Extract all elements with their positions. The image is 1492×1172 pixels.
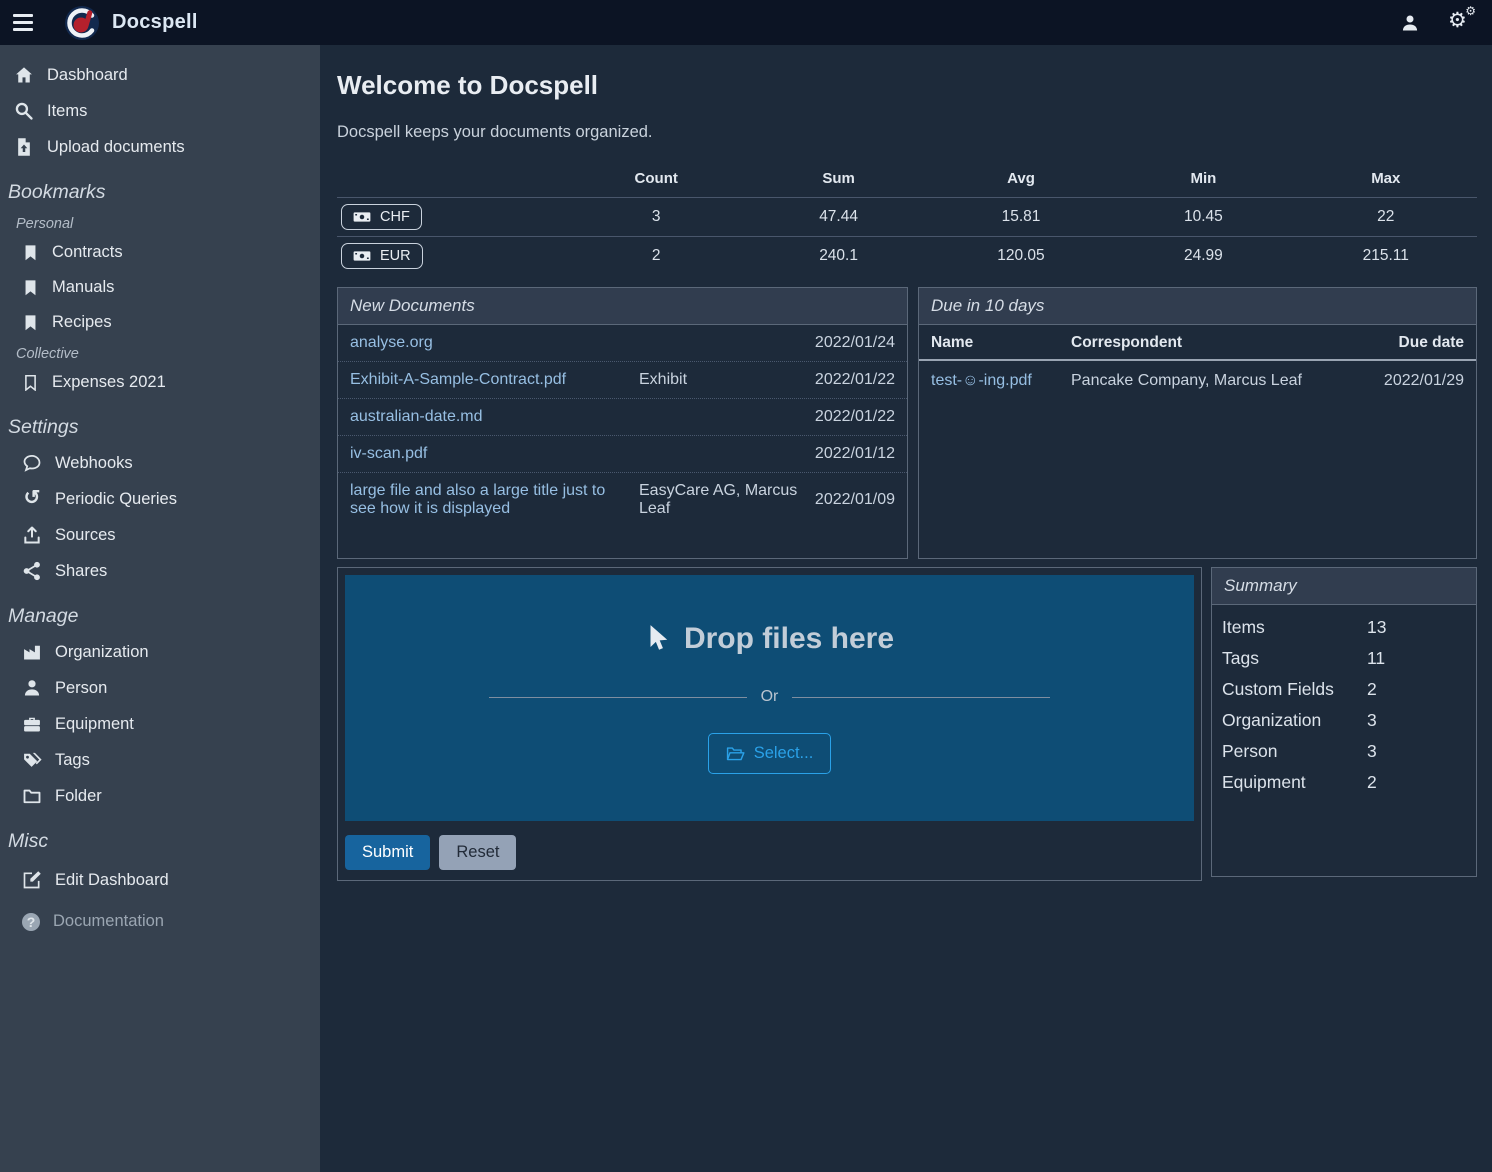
- sidebar-item-shares[interactable]: Shares: [0, 553, 320, 589]
- summary-row-person: Person 3: [1222, 736, 1466, 767]
- sidebar-item-person[interactable]: Person: [0, 670, 320, 706]
- summary-panel: Summary Items 13 Tags 11 Custom Fields 2…: [1211, 567, 1477, 877]
- person-icon: [22, 678, 42, 698]
- folder-icon: [22, 786, 42, 806]
- money-bill-icon: [353, 250, 371, 262]
- share-icon: [22, 561, 42, 581]
- misc-section-title: Misc: [0, 830, 320, 853]
- stats-col-count: Count: [565, 164, 747, 198]
- due-table-header: Name Correspondent Due date: [919, 325, 1476, 361]
- bookmarks-group-collective: Collective: [0, 340, 320, 365]
- sidebar-item-folder[interactable]: Folder: [0, 778, 320, 814]
- document-link[interactable]: test-☺-ing.pdf: [931, 372, 1071, 390]
- app-title: Docspell: [112, 11, 198, 34]
- question-circle-icon: [22, 913, 40, 931]
- drop-title: Drop files here: [645, 622, 894, 656]
- brand[interactable]: Docspell: [64, 5, 198, 41]
- stats-col-sum: Sum: [747, 164, 929, 198]
- sidebar-item-contracts[interactable]: Contracts: [0, 235, 320, 270]
- list-item: analyse.org 2022/01/24: [338, 325, 907, 362]
- summary-row-equipment: Equipment 2: [1222, 767, 1466, 798]
- main-content: Welcome to Docspell Docspell keeps your …: [320, 45, 1492, 1172]
- document-link[interactable]: australian-date.md: [350, 408, 639, 426]
- or-divider: Or: [489, 688, 1049, 706]
- summary-row-items: Items 13: [1222, 612, 1466, 643]
- table-row: CHF 3 47.44 15.81 10.45 22: [337, 198, 1477, 237]
- manage-section-title: Manage: [0, 605, 320, 628]
- select-files-button[interactable]: Select...: [708, 733, 832, 774]
- sidebar-item-edit-dashboard[interactable]: Edit Dashboard: [0, 859, 320, 901]
- mouse-pointer-icon: [645, 624, 671, 654]
- sidebar-item-sources[interactable]: Sources: [0, 517, 320, 553]
- sidebar-item-recipes[interactable]: Recipes: [0, 305, 320, 340]
- sidebar-item-webhooks[interactable]: Webhooks: [0, 445, 320, 481]
- summary-row-organization: Organization 3: [1222, 705, 1466, 736]
- summary-row-tags: Tags 11: [1222, 643, 1466, 674]
- edit-icon: [22, 870, 42, 890]
- history-icon: [22, 489, 42, 509]
- table-row: test-☺-ing.pdf Pancake Company, Marcus L…: [919, 361, 1476, 401]
- user-icon[interactable]: [1400, 13, 1420, 33]
- summary-row-custom-fields: Custom Fields 2: [1222, 674, 1466, 705]
- gears-icon[interactable]: [1448, 11, 1474, 35]
- briefcase-icon: [22, 714, 42, 734]
- sidebar-item-documentation[interactable]: Documentation: [0, 901, 320, 942]
- menu-icon[interactable]: [0, 0, 46, 45]
- bookmarks-group-personal: Personal: [0, 210, 320, 235]
- due-panel-title: Due in 10 days: [919, 288, 1476, 325]
- new-documents-title: New Documents: [338, 288, 907, 325]
- summary-title: Summary: [1212, 568, 1476, 605]
- table-row: EUR 2 240.1 120.05 24.99 215.11: [337, 237, 1477, 276]
- money-bill-icon: [353, 211, 371, 223]
- page-subtitle: Docspell keeps your documents organized.: [337, 123, 1477, 142]
- reset-button[interactable]: Reset: [439, 835, 516, 870]
- currency-stats-table: Count Sum Avg Min Max CHF 3 47.44 15.81 …: [337, 164, 1477, 275]
- document-link[interactable]: iv-scan.pdf: [350, 445, 639, 463]
- sidebar-item-expenses-2021[interactable]: Expenses 2021: [0, 365, 320, 400]
- stats-col-min: Min: [1112, 164, 1294, 198]
- sidebar-item-upload-documents[interactable]: Upload documents: [0, 129, 320, 165]
- tags-icon: [22, 750, 42, 770]
- sidebar-item-manuals[interactable]: Manuals: [0, 270, 320, 305]
- sidebar-item-organization[interactable]: Organization: [0, 634, 320, 670]
- sidebar-item-equipment[interactable]: Equipment: [0, 706, 320, 742]
- new-documents-panel: New Documents analyse.org 2022/01/24 Exh…: [337, 287, 908, 559]
- currency-badge: CHF: [341, 204, 422, 230]
- document-link[interactable]: large file and also a large title just t…: [350, 482, 639, 518]
- sidebar: Dasbhoard Items Upload documents Bookmar…: [0, 45, 320, 1172]
- sidebar-item-dashboard[interactable]: Dasbhoard: [0, 57, 320, 93]
- submit-button[interactable]: Submit: [345, 835, 430, 870]
- bookmark-filled-icon: [22, 314, 39, 331]
- search-icon: [14, 101, 34, 121]
- document-link[interactable]: Exhibit-A-Sample-Contract.pdf: [350, 371, 639, 389]
- home-icon: [14, 65, 34, 85]
- bookmark-outline-icon: [22, 374, 39, 391]
- topbar: Docspell: [0, 0, 1492, 45]
- bookmark-filled-icon: [22, 279, 39, 296]
- sidebar-item-periodic-queries[interactable]: Periodic Queries: [0, 481, 320, 517]
- list-item: large file and also a large title just t…: [338, 473, 907, 527]
- folder-open-icon: [726, 746, 745, 762]
- list-item: Exhibit-A-Sample-Contract.pdf Exhibit 20…: [338, 362, 907, 399]
- due-panel: Due in 10 days Name Correspondent Due da…: [918, 287, 1477, 559]
- settings-section-title: Settings: [0, 416, 320, 439]
- list-item: iv-scan.pdf 2022/01/12: [338, 436, 907, 473]
- stats-col-max: Max: [1295, 164, 1477, 198]
- upload-panel: Drop files here Or Select... Submit Rese…: [337, 567, 1202, 881]
- file-dropzone[interactable]: Drop files here Or Select...: [345, 575, 1194, 821]
- sidebar-item-items[interactable]: Items: [0, 93, 320, 129]
- currency-badge: EUR: [341, 243, 423, 269]
- sidebar-item-tags[interactable]: Tags: [0, 742, 320, 778]
- docspell-logo-icon: [64, 5, 100, 41]
- bookmarks-section-title: Bookmarks: [0, 181, 320, 204]
- bookmark-filled-icon: [22, 244, 39, 261]
- upload-icon: [22, 525, 42, 545]
- page-title: Welcome to Docspell: [337, 70, 1477, 101]
- industry-icon: [22, 642, 42, 662]
- comment-icon: [22, 453, 42, 473]
- document-link[interactable]: analyse.org: [350, 334, 639, 352]
- list-item: australian-date.md 2022/01/22: [338, 399, 907, 436]
- file-upload-icon: [14, 137, 34, 157]
- stats-col-avg: Avg: [930, 164, 1112, 198]
